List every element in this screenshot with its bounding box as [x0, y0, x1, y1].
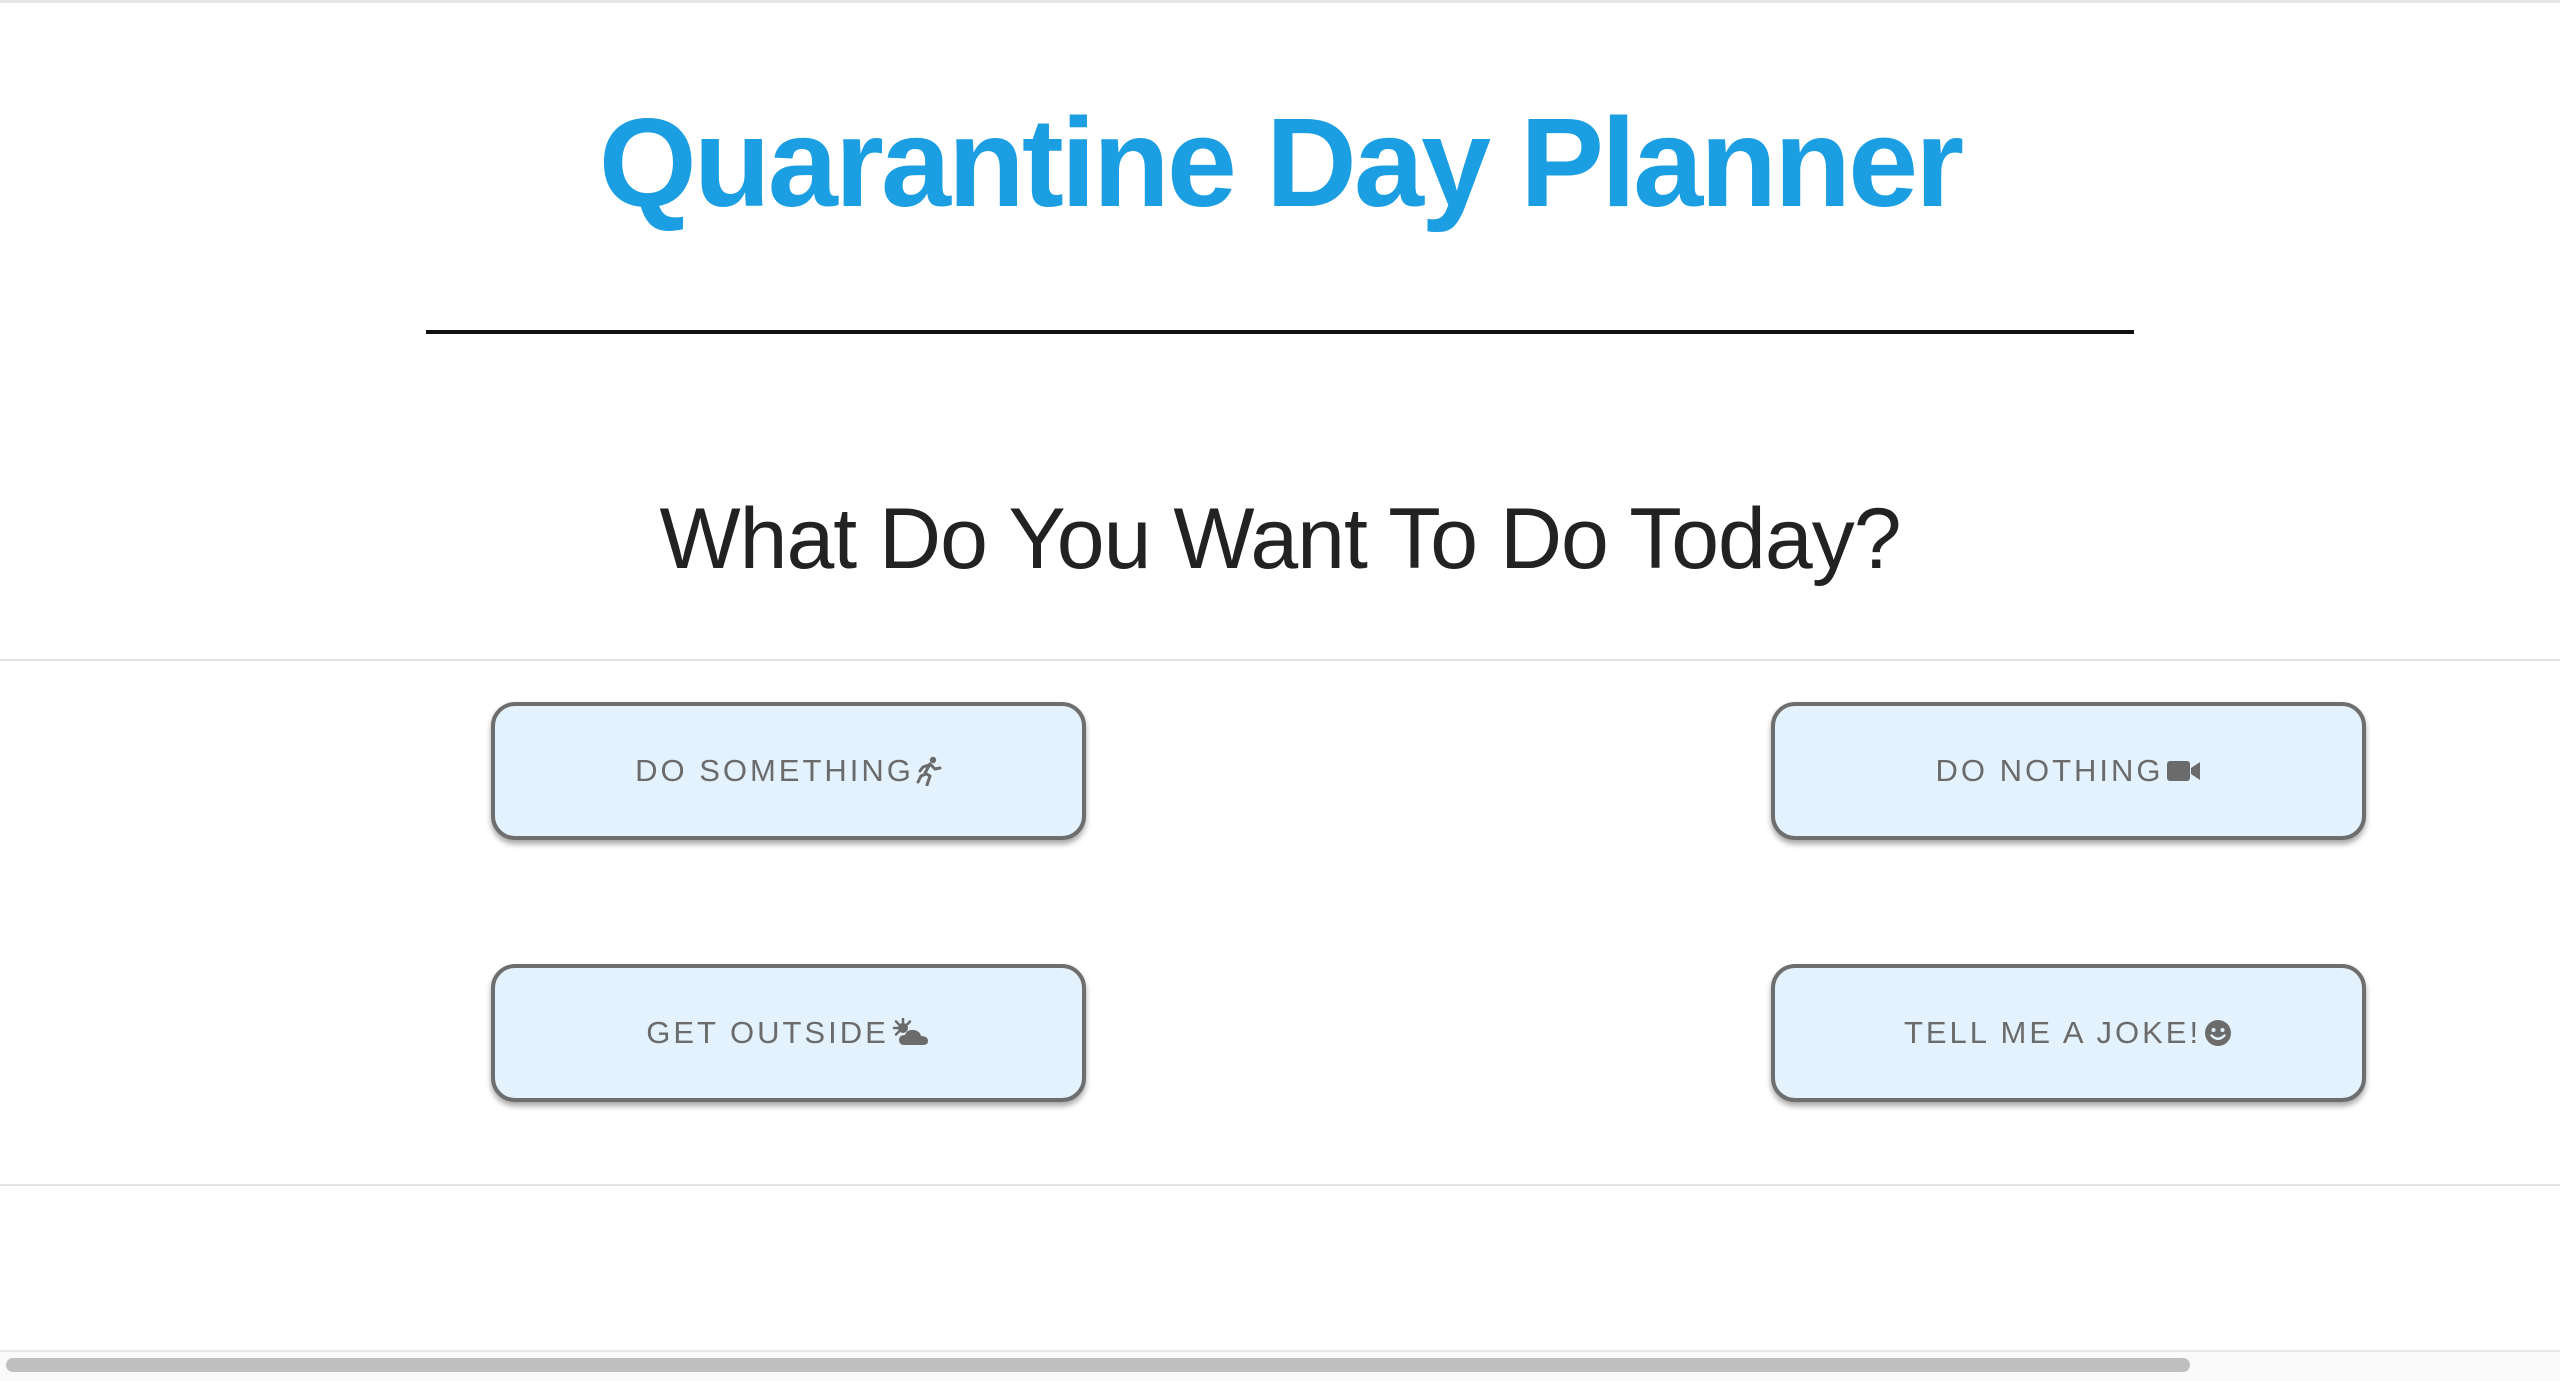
- smiley-face-icon: [2203, 1018, 2233, 1048]
- do-nothing-button[interactable]: DO NOTHING: [1771, 702, 2366, 840]
- get-outside-button[interactable]: GET OUTSIDE: [491, 964, 1086, 1102]
- page-title: Quarantine Day Planner: [598, 92, 1964, 233]
- tell-me-a-joke-button[interactable]: TELL ME A JOKE!: [1771, 964, 2366, 1102]
- video-camera-icon: [2166, 759, 2202, 783]
- button-label: TELL ME A JOKE!: [1903, 1015, 2202, 1050]
- button-label: GET OUTSIDE: [646, 1015, 889, 1050]
- section-divider-top: [0, 659, 2560, 661]
- top-border: [0, 0, 2560, 3]
- title-divider: [426, 330, 2134, 334]
- section-divider-bottom: [0, 1184, 2560, 1186]
- running-person-icon: [916, 756, 942, 786]
- page-subtitle: What Do You Want To Do Today?: [659, 491, 1901, 587]
- button-label: DO SOMETHING: [635, 753, 914, 788]
- sun-behind-cloud-icon: [891, 1018, 931, 1048]
- button-label: DO NOTHING: [1935, 753, 2164, 788]
- horizontal-scrollbar-thumb[interactable]: [6, 1358, 2190, 1372]
- page: Quarantine Day Planner What Do You Want …: [0, 0, 2560, 1381]
- do-something-button[interactable]: DO SOMETHING: [491, 702, 1086, 840]
